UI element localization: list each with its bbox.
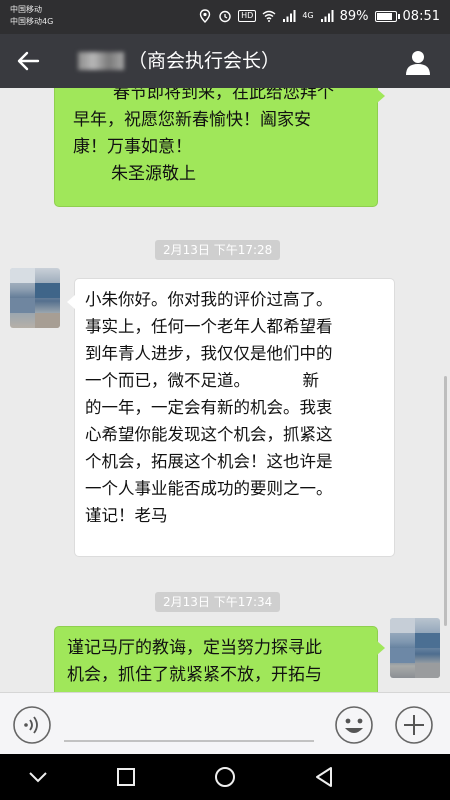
- avatar-pixel: [415, 633, 440, 648]
- message-list[interactable]: 春节即将到来，在此给您拜个 早年，祝愿您新春愉快！阖家安 康！万事如意！ 朱圣源…: [0, 88, 450, 692]
- nav-home-button[interactable]: [211, 763, 239, 791]
- input-bar: [0, 692, 450, 754]
- avatar-pixel: [10, 268, 35, 283]
- carrier-line-1: 中国移动: [10, 5, 42, 14]
- message-line: 朱圣源敬上: [111, 164, 196, 184]
- message-line: 康！万事如意！: [73, 137, 192, 157]
- hd-badge: HD: [238, 10, 257, 22]
- wifi-icon: [262, 10, 276, 22]
- location-icon: [199, 9, 211, 23]
- message-bubble-sent[interactable]: 谨记马厅的教诲，定当努力探寻此 机会，抓住了就紧紧不放，开拓与: [54, 626, 385, 692]
- battery-fill: [376, 12, 392, 20]
- message-line: 的一年，一定会有新的机会。我衷: [85, 398, 333, 417]
- signal-1-icon: [283, 10, 296, 22]
- person-icon: [406, 51, 430, 75]
- chevron-down-icon: [29, 772, 47, 783]
- message-line: 小朱你好。你对我的评价过高了。: [85, 290, 333, 309]
- voice-button[interactable]: [12, 705, 52, 745]
- emoji-icon: [335, 706, 373, 744]
- message-line: 谨记！老马: [85, 506, 168, 525]
- status-icons: HD 4G 89% 08:51: [198, 6, 440, 26]
- signal-2-icon: [320, 10, 334, 22]
- status-bar: 中国移动 中国移动4G HD 4G 89% 08:51: [0, 0, 450, 34]
- more-button[interactable]: [394, 705, 434, 745]
- message-bubble-received[interactable]: 小朱你好。你对我的评价过高了。 事实上，任何一个老年人都希望看 到年青人进步，我…: [67, 278, 395, 557]
- message-line: 早年，祝愿您新春愉快！阖家安: [73, 110, 311, 130]
- avatar-self[interactable]: [390, 618, 440, 678]
- plus-icon: [395, 706, 433, 744]
- message-line: 个机会，拓展这个机会！这也许是: [85, 452, 333, 471]
- contact-info-button[interactable]: [404, 48, 432, 76]
- network-type: 4G: [302, 11, 314, 20]
- message-line: 心希望你能发现这个机会，抓紧这: [85, 425, 333, 444]
- message-input[interactable]: [64, 740, 314, 742]
- arrow-left-icon: [17, 51, 40, 71]
- carrier-line-2: 中国移动4G: [10, 17, 54, 26]
- blurred-contact-name: [78, 52, 124, 70]
- message-line: 到年青人进步，我仅仅是他们中的: [85, 344, 333, 363]
- chat-header: （商会执行会长）: [0, 34, 450, 88]
- message-line: 一个人事业能否成功的要则之一。: [85, 479, 333, 498]
- chat-title: （商会执行会长）: [128, 50, 281, 72]
- avatar-pixel: [35, 283, 60, 298]
- avatar-contact[interactable]: [10, 268, 60, 328]
- avatar-pixel: [35, 313, 60, 328]
- back-button[interactable]: [14, 47, 42, 75]
- nav-back-button[interactable]: [310, 763, 338, 791]
- message-line: 机会，抓住了就紧紧不放，开拓与: [67, 665, 322, 685]
- message-line: 春节即将到来，在此给您拜个: [113, 88, 334, 103]
- avatar-pixel: [415, 663, 440, 678]
- battery-icon: [374, 10, 400, 22]
- nav-recents-button[interactable]: [112, 763, 140, 791]
- avatar-pixel: [390, 648, 415, 663]
- nav-recents-icon: [117, 768, 135, 786]
- timestamp: 2月13日 下午17:28: [155, 240, 281, 260]
- nav-home-icon: [215, 767, 235, 787]
- emoji-button[interactable]: [334, 705, 374, 745]
- message-line: 事实上，任何一个老年人都希望看: [85, 317, 333, 336]
- scrollbar[interactable]: [444, 376, 447, 626]
- system-nav-bar: [0, 754, 450, 800]
- alarm-icon: [219, 10, 231, 23]
- nav-back-icon: [316, 767, 332, 787]
- message-line: 一个而已，微不足道。 新: [85, 371, 319, 390]
- message-line: 谨记马厅的教诲，定当努力探寻此: [67, 638, 322, 658]
- message-bubble-sent[interactable]: 春节即将到来，在此给您拜个 早年，祝愿您新春愉快！阖家安 康！万事如意！ 朱圣源…: [54, 88, 385, 207]
- nav-collapse-button[interactable]: [24, 763, 52, 791]
- status-time: 08:51: [402, 8, 440, 24]
- timestamp: 2月13日 下午17:34: [155, 592, 281, 612]
- avatar-pixel: [390, 618, 415, 633]
- battery-percent: 89%: [339, 8, 369, 24]
- avatar-pixel: [10, 298, 35, 313]
- carrier-info: 中国移动 中国移动4G: [10, 4, 53, 28]
- voice-icon: [24, 716, 38, 734]
